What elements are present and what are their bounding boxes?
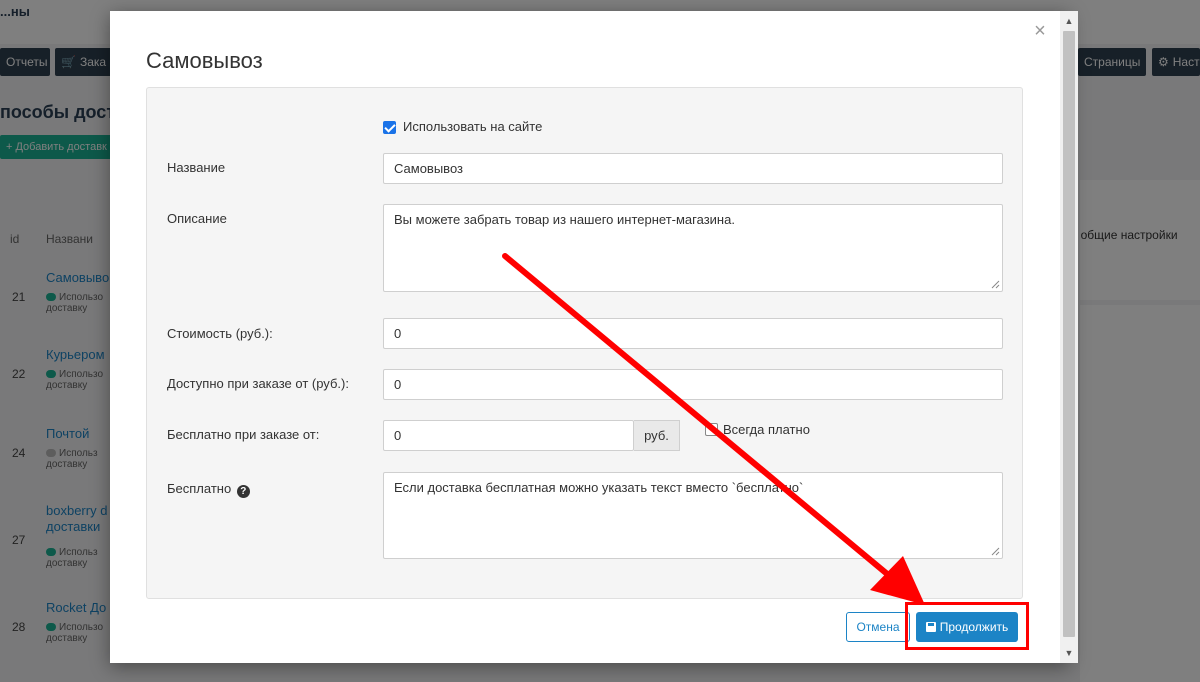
cancel-button[interactable]: Отмена — [846, 612, 910, 642]
scroll-up-arrow-icon[interactable]: ▲ — [1060, 13, 1078, 29]
resize-grip-icon[interactable] — [991, 547, 1000, 556]
delivery-edit-modal: Самовывоз × Использовать на сайте Назван… — [110, 11, 1070, 663]
available-from-input[interactable]: 0 — [383, 369, 1003, 400]
use-on-site-label: Использовать на сайте — [403, 119, 543, 134]
form-panel: Использовать на сайте Название Самовывоз… — [146, 87, 1023, 599]
continue-label: Продолжить — [939, 620, 1009, 634]
question-circle-icon[interactable]: ? — [236, 485, 250, 498]
free-from-input[interactable]: 0 — [383, 420, 634, 451]
name-input[interactable]: Самовывоз — [383, 153, 1003, 184]
description-text: Вы можете забрать товар из нашего интерн… — [394, 212, 735, 227]
free-text-label: Бесплатно ? — [167, 481, 250, 498]
continue-button[interactable]: Продолжить — [916, 612, 1018, 642]
cost-label: Стоимость (руб.): — [167, 326, 273, 341]
free-from-label: Бесплатно при заказе от: — [167, 427, 320, 442]
resize-grip-icon[interactable] — [991, 280, 1000, 289]
save-icon — [925, 622, 936, 632]
modal-scrollbar[interactable]: ▲ ▼ — [1060, 11, 1078, 663]
use-on-site-checkbox[interactable] — [383, 121, 396, 134]
scroll-down-arrow-icon[interactable]: ▼ — [1060, 645, 1078, 661]
scroll-thumb[interactable] — [1063, 31, 1075, 637]
available-from-label: Доступно при заказе от (руб.): — [167, 376, 349, 391]
name-label: Название — [167, 160, 226, 175]
description-label: Описание — [167, 211, 227, 226]
always-paid-label: Всегда платно — [723, 422, 810, 437]
free-text-textarea[interactable]: Если доставка бесплатная можно указать т… — [383, 472, 1003, 559]
modal-title: Самовывоз — [146, 48, 263, 73]
free-text-value: Если доставка бесплатная можно указать т… — [394, 480, 804, 495]
currency-addon: руб. — [634, 420, 680, 451]
always-paid-checkbox[interactable] — [705, 423, 718, 436]
cost-input[interactable]: 0 — [383, 318, 1003, 349]
close-icon[interactable]: × — [1030, 21, 1050, 41]
description-textarea[interactable]: Вы можете забрать товар из нашего интерн… — [383, 204, 1003, 292]
